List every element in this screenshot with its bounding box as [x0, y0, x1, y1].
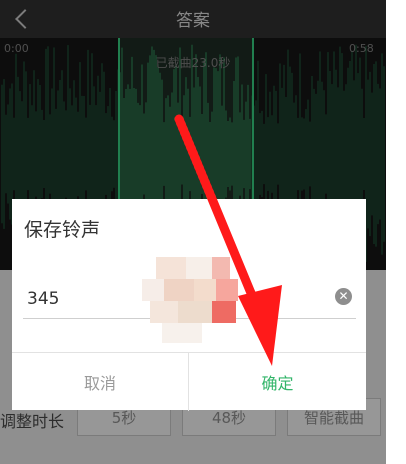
save-ringtone-dialog: 保存铃声 345 ✕ 取消 确定 — [12, 199, 366, 411]
dialog-actions: 取消 确定 — [12, 352, 366, 411]
confirm-button[interactable]: 确定 — [189, 353, 366, 411]
dialog-title: 保存铃声 — [24, 219, 101, 241]
right-edge — [386, 0, 406, 464]
input-value: 345 — [27, 289, 60, 309]
cancel-button[interactable]: 取消 — [12, 353, 189, 411]
blurred-region — [142, 257, 238, 343]
clear-icon[interactable]: ✕ — [335, 288, 352, 305]
